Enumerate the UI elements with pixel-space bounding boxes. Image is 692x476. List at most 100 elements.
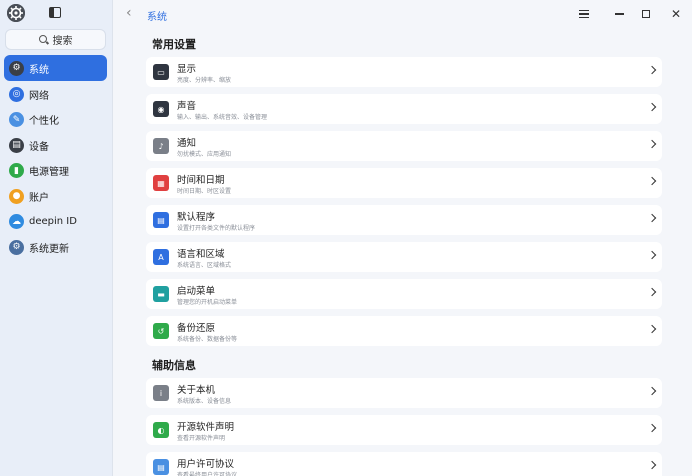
sidebar-item-4[interactable]: ▮ 电源管理	[4, 158, 107, 183]
sidebar-item-label: 电源管理	[29, 167, 69, 178]
sidebar-item-0[interactable]: ⚙ 系统	[4, 55, 107, 81]
language-icon: A	[153, 249, 169, 265]
entry-title: 关于本机	[177, 385, 216, 396]
minimize-button[interactable]	[610, 5, 628, 23]
sidebar-item-2[interactable]: ✎ 个性化	[4, 107, 107, 132]
chevron-right-icon	[647, 324, 657, 334]
settings-entry[interactable]: A 语言和区域系统语言、区域格式	[146, 242, 662, 272]
settings-entry[interactable]: ♪ 通知勿扰模式、应用通知	[146, 131, 662, 161]
close-icon: ✕	[670, 7, 682, 21]
sidebar-item-7[interactable]: ⚙ 系统更新	[4, 235, 107, 260]
chevron-right-icon	[647, 139, 657, 149]
power-battery-icon: ▮	[9, 163, 24, 178]
network-globe-icon: ◎	[9, 86, 24, 102]
settings-entry[interactable]: ↺ 备份还原系统备份、数据备份等	[146, 316, 662, 346]
chevron-right-icon	[647, 102, 657, 112]
personalization-brush-icon: ✎	[9, 112, 24, 127]
system-icon: ⚙	[9, 60, 24, 76]
entry-subtitle: 设置打开各类文件的默认程序	[177, 225, 256, 232]
control-center-logo-icon	[7, 4, 25, 22]
backup-restore-icon: ↺	[153, 323, 169, 339]
settings-entry[interactable]: ◉ 声音输入、输出、系统音效、设备管理	[146, 94, 662, 124]
entry-subtitle: 系统版本、设备信息	[177, 398, 232, 405]
toggle-sidebar-icon[interactable]	[49, 7, 61, 18]
entry-title: 用户许可协议	[177, 459, 235, 470]
entry-subtitle: 系统语言、区域格式	[177, 262, 232, 269]
menu-icon	[579, 10, 589, 18]
entry-title: 声音	[177, 101, 197, 112]
entry-title: 默认程序	[177, 212, 216, 223]
maximize-icon	[642, 10, 650, 18]
sound-speaker-icon: ◉	[153, 101, 169, 117]
settings-entry[interactable]: ▬ 启动菜单管理您的开机启动菜单	[146, 279, 662, 309]
entry-subtitle: 管理您的开机启动菜单	[177, 299, 238, 306]
entry-subtitle: 查看开源软件声明	[177, 435, 226, 442]
entry-subtitle: 输入、输出、系统音效、设备管理	[177, 114, 268, 121]
chevron-right-icon	[647, 423, 657, 433]
entry-subtitle: 时间日期、时区设置	[177, 188, 232, 195]
chevron-right-icon	[647, 287, 657, 297]
settings-entry[interactable]: ◐ 开源软件声明查看开源软件声明	[146, 415, 662, 445]
license-document-icon: ▤	[153, 459, 169, 475]
settings-entry[interactable]: i 关于本机系统版本、设备信息	[146, 378, 662, 408]
sidebar-item-1[interactable]: ◎ 网络	[4, 82, 107, 107]
entry-subtitle: 勿扰模式、应用通知	[177, 151, 232, 158]
sidebar-item-label: 账户	[29, 192, 49, 204]
chevron-right-icon	[647, 386, 657, 396]
display-monitor-icon: ▭	[153, 64, 169, 80]
minimize-icon	[614, 13, 624, 15]
sidebar-item-label: 网络	[29, 90, 49, 102]
entry-subtitle: 亮度、分辨率、缩放	[177, 77, 232, 84]
section-title: 辅助信息	[152, 359, 196, 372]
entry-title: 时间和日期	[177, 175, 225, 186]
sidebar-item-5[interactable]: ● 账户	[4, 184, 107, 209]
calendar-icon: ▦	[153, 175, 169, 191]
settings-entry[interactable]: ▭ 显示亮度、分辨率、缩放	[146, 57, 662, 87]
device-keyboard-icon: ▤	[9, 137, 24, 153]
chevron-right-icon	[647, 460, 657, 470]
maximize-button[interactable]	[637, 5, 655, 23]
chevron-right-icon	[647, 250, 657, 260]
info-icon: i	[153, 385, 169, 401]
sidebar-topbar	[0, 0, 113, 28]
chevron-right-icon	[647, 213, 657, 223]
entry-title: 显示	[177, 64, 197, 75]
entry-title: 启动菜单	[177, 286, 216, 297]
notification-bell-icon: ♪	[153, 138, 169, 154]
sidebar-item-label: 设备	[29, 141, 49, 153]
titlebar: ‹ 系统 ✕	[114, 0, 692, 28]
entry-title: 备份还原	[177, 323, 216, 334]
entry-title: 开源软件声明	[177, 422, 235, 433]
settings-entry[interactable]: ▤ 默认程序设置打开各类文件的默认程序	[146, 205, 662, 235]
sidebar-item-3[interactable]: ▤ 设备	[4, 133, 107, 158]
sidebar-item-label: 个性化	[29, 116, 59, 127]
settings-entry[interactable]: ▦ 时间和日期时间日期、时区设置	[146, 168, 662, 198]
search-placeholder: 搜索	[52, 36, 73, 47]
sidebar-item-label: 系统	[29, 64, 49, 76]
back-button[interactable]: ‹	[126, 5, 132, 21]
update-gear-icon: ⚙	[9, 239, 24, 255]
default-apps-icon: ▤	[153, 212, 169, 228]
chevron-right-icon	[647, 65, 657, 75]
entry-title: 语言和区域	[177, 249, 225, 260]
search-box[interactable]: 搜索	[5, 29, 106, 50]
settings-entry[interactable]: ▤ 用户许可协议查看最终用户许可协议	[146, 452, 662, 476]
entry-subtitle: 查看最终用户许可协议	[177, 472, 238, 476]
sidebar-item-label: 系统更新	[29, 243, 69, 255]
sidebar-nav: ⚙ 系统 ◎ 网络 ✎ 个性化 ▤ 设备 ▮ 电源管理 ● 账户 ☁ deepin ID ⚙ 系统更新	[4, 55, 107, 260]
sidebar-item-label: deepin ID	[29, 216, 77, 227]
search-icon	[38, 34, 49, 45]
account-user-icon: ●	[9, 188, 24, 204]
open-source-icon: ◐	[153, 422, 169, 438]
section-title: 常用设置	[152, 38, 196, 51]
menu-button[interactable]	[575, 5, 593, 23]
chevron-right-icon	[647, 176, 657, 186]
sidebar-item-6[interactable]: ☁ deepin ID	[4, 209, 107, 234]
sidebar: 搜索 ⚙ 系统 ◎ 网络 ✎ 个性化 ▤ 设备 ▮ 电源管理 ● 账户 ☁ deepin ID ⚙ 系统更新	[0, 0, 113, 476]
boot-menu-icon: ▬	[153, 286, 169, 302]
entry-title: 通知	[177, 138, 197, 149]
close-button[interactable]: ✕	[667, 5, 685, 23]
entry-subtitle: 系统备份、数据备份等	[177, 336, 238, 343]
main-panel: ‹ 系统 ✕ 常用设置 ▭ 显示亮度、分辨率、缩放 ◉ 声音输入、输出、系统音效、设备管…	[114, 0, 692, 476]
breadcrumb[interactable]: 系统	[147, 8, 167, 23]
